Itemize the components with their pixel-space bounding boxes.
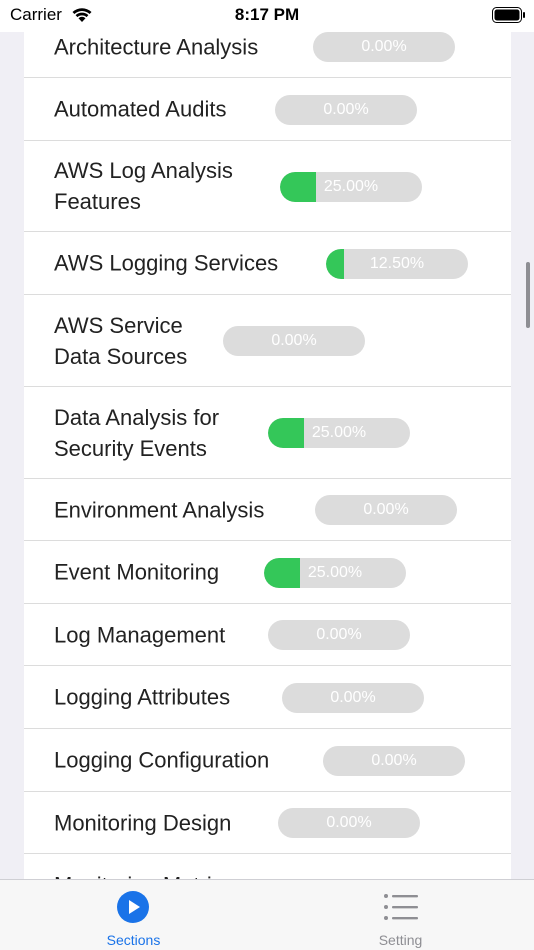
section-label: Data Analysis for Security Events [54,404,220,461]
section-label: Environment Analysis [54,497,265,522]
progress-percent: 0.00% [330,688,376,706]
progress-percent: 25.00% [323,177,379,195]
section-label: Monitoring Design [54,810,232,835]
section-label: Logging Configuration [54,747,270,773]
section-label: Logging Attributes [54,684,231,710]
progress-bar: 25.00% [264,557,406,588]
section-row[interactable]: Logging Configuration 0.00% [24,729,511,792]
section-row[interactable]: Automated Audits 0.00% [24,78,511,141]
progress-percent: 0.00% [271,332,317,349]
progress-bar: 12.50% [326,248,468,279]
progress-percent: 0.00% [316,626,362,643]
progress-bar: 0.00% [315,495,457,525]
list-icon [384,894,418,920]
battery-icon [492,7,525,23]
section-label: AWS Log Analysis Features [54,158,233,214]
section-row[interactable]: Monitoring Metrics [24,854,511,880]
progress-percent: 0.00% [371,751,417,769]
progress-bar: 0.00% [282,682,424,713]
sections-list: Architecture Analysis 0.00% Automated Audi… [24,16,511,879]
section-label: Log Management [54,622,226,647]
section-row[interactable]: Event Monitoring 25.00% [24,541,511,604]
progress-bar: 0.00% [268,620,410,650]
section-row[interactable]: Monitoring Design 0.00% [24,792,511,854]
progress-percent: 0.00% [363,501,409,518]
section-row[interactable]: Log Management 0.00% [24,604,511,666]
progress-bar: 25.00% [280,171,422,202]
tab-sections-label: Sections [106,932,161,948]
section-label: Automated Audits [54,96,227,122]
section-label: Monitoring Metrics [54,870,234,880]
tab-sections[interactable]: Sections [0,880,267,950]
progress-percent: 0.00% [323,100,369,118]
section-label: Event Monitoring [54,559,220,585]
section-row[interactable]: Environment Analysis 0.00% [24,479,511,541]
progress-percent: 25.00% [311,424,367,441]
sections-list-scroll[interactable]: Architecture Analysis 0.00% Automated Audi… [0,0,534,879]
progress-bar: 25.00% [268,418,410,448]
progress-percent: 0.00% [326,814,372,831]
section-row[interactable]: AWS Logging Services 12.50% [24,232,511,295]
section-row[interactable]: AWS Log Analysis Features 25.00% [24,141,511,232]
progress-bar: 0.00% [275,94,417,125]
clock: 8:17 PM [234,5,300,24]
section-label: Architecture Analysis [54,34,259,59]
tab-bar: Sections Setting [0,879,534,950]
scroll-indicator[interactable] [526,262,530,328]
sections-card: Architecture Analysis 0.00% Automated Audi… [24,0,511,879]
progress-bar: 0.00% [278,808,420,838]
section-row[interactable]: Logging Attributes 0.00% [24,666,511,729]
status-bar: Carrier 8:17 PM [0,0,534,32]
tab-setting-label: Setting [378,932,423,948]
section-row[interactable]: Data Analysis for Security Events 25.00% [24,387,511,479]
progress-bar: 0.00% [323,745,465,776]
section-label: AWS Service Data Sources [54,312,188,369]
play-circle-icon [117,891,149,923]
progress-percent: 0.00% [361,38,407,55]
progress-percent: 12.50% [369,254,425,272]
progress-percent: 25.00% [307,563,363,581]
section-row[interactable]: AWS Service Data Sources 0.00% [24,295,511,387]
progress-bar: 0.00% [223,326,365,356]
progress-bar: 0.00% [313,32,455,62]
tab-setting[interactable]: Setting [267,880,534,950]
section-label: AWS Logging Services [54,250,279,276]
